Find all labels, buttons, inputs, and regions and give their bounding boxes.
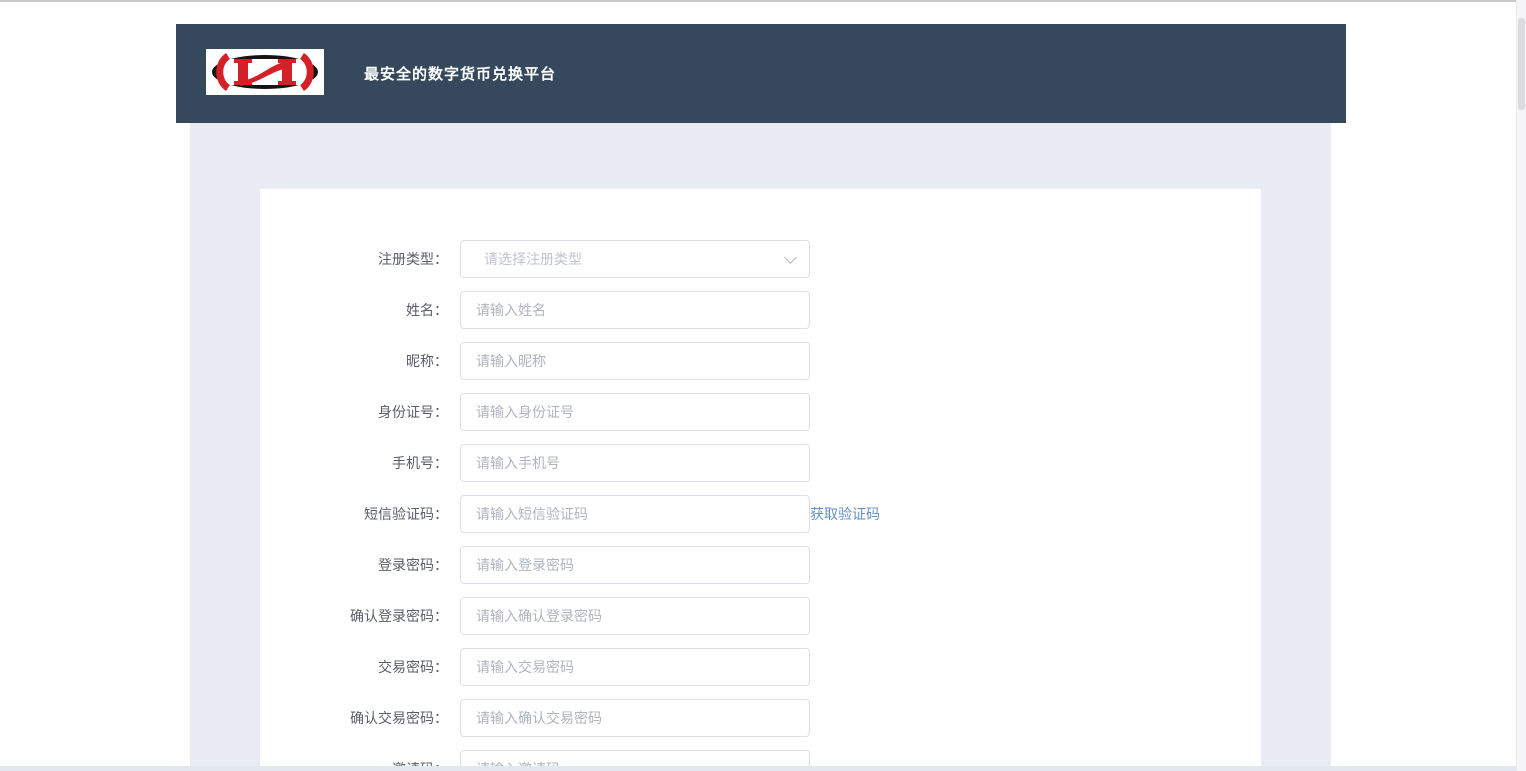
trade-password-input[interactable] [460, 648, 810, 686]
confirm-trade-password-control [460, 699, 810, 737]
real-name-control [460, 291, 810, 329]
id-number-control [460, 393, 810, 431]
trade-password-control [460, 648, 810, 686]
register-type-select[interactable]: 请选择注册类型 [460, 240, 810, 278]
sms-code-label: 短信验证码： [364, 506, 448, 522]
form-row-confirm-trade-password: 确认交易密码： [260, 699, 1261, 737]
top-border-line [0, 0, 1526, 2]
id-number-input[interactable] [460, 393, 810, 431]
content-area: 注册类型： 请选择注册类型姓名： 昵称： 身份证号： 手机号： 短信验证码： 获取验证码登录… [190, 123, 1331, 771]
vertical-scrollbar[interactable] [1516, 0, 1526, 771]
register-type-select-placeholder: 请选择注册类型 [484, 251, 582, 267]
real-name-input[interactable] [460, 291, 810, 329]
register-type-label: 注册类型： [378, 251, 448, 267]
form-row-phone-number: 手机号： [260, 444, 1261, 482]
form-row-id-number: 身份证号： [260, 393, 1261, 431]
nickname-input[interactable] [460, 342, 810, 380]
brand-logo-icon [206, 50, 324, 94]
horizontal-scrollbar[interactable] [0, 766, 1526, 771]
confirm-login-password-control [460, 597, 810, 635]
confirm-login-password-label: 确认登录密码： [350, 608, 448, 624]
confirm-login-password-input[interactable] [460, 597, 810, 635]
form-row-nickname: 昵称： [260, 342, 1261, 380]
register-type-control: 请选择注册类型 [460, 240, 810, 278]
login-password-control [460, 546, 810, 584]
register-form: 注册类型： 请选择注册类型姓名： 昵称： 身份证号： 手机号： 短信验证码： 获取验证码登录… [260, 189, 1261, 771]
id-number-label: 身份证号： [378, 404, 448, 420]
form-row-login-password: 登录密码： [260, 546, 1261, 584]
login-password-label: 登录密码： [378, 557, 448, 573]
nickname-control [460, 342, 810, 380]
app-header: 最安全的数字货币兑换平台 [176, 24, 1346, 123]
vertical-scrollbar-thumb[interactable] [1518, 18, 1525, 110]
real-name-label: 姓名： [406, 302, 448, 318]
register-form-card: 注册类型： 请选择注册类型姓名： 昵称： 身份证号： 手机号： 短信验证码： 获取验证码登录… [260, 189, 1261, 771]
trade-password-label: 交易密码： [378, 659, 448, 675]
sms-code-control [460, 495, 810, 533]
get-sms-code-link[interactable]: 获取验证码 [810, 504, 880, 524]
nickname-label: 昵称： [406, 353, 448, 369]
confirm-trade-password-input[interactable] [460, 699, 810, 737]
form-row-real-name: 姓名： [260, 291, 1261, 329]
brand-logo[interactable] [206, 49, 324, 95]
form-row-confirm-login-password: 确认登录密码： [260, 597, 1261, 635]
header-tagline: 最安全的数字货币兑换平台 [364, 66, 557, 83]
sms-code-input[interactable] [460, 495, 810, 533]
form-row-sms-code: 短信验证码： 获取验证码 [260, 495, 1261, 533]
phone-number-label: 手机号： [392, 455, 448, 471]
form-row-register-type: 注册类型： 请选择注册类型 [260, 240, 1261, 278]
phone-number-control [460, 444, 810, 482]
confirm-trade-password-label: 确认交易密码： [350, 710, 448, 726]
login-password-input[interactable] [460, 546, 810, 584]
phone-number-input[interactable] [460, 444, 810, 482]
form-row-trade-password: 交易密码： [260, 648, 1261, 686]
